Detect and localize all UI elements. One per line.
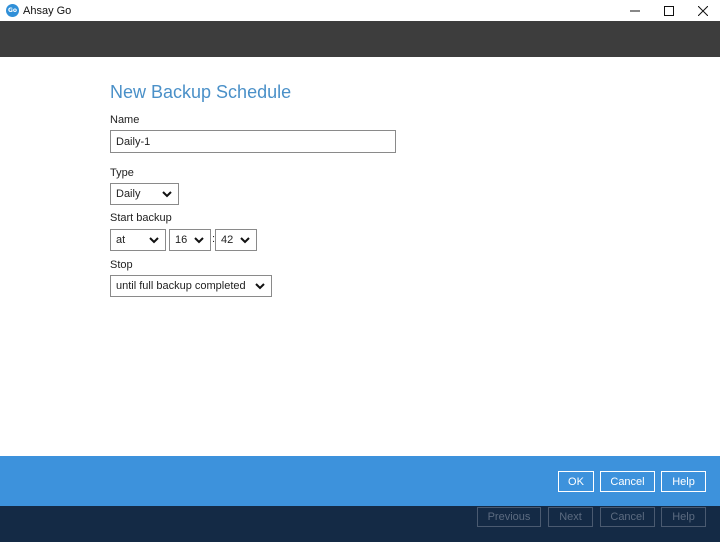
ok-button[interactable]: OK [558, 471, 594, 492]
start-mode-select[interactable]: at [110, 229, 166, 251]
chevron-down-icon [149, 236, 159, 243]
type-label: Type [110, 167, 134, 179]
minimize-button[interactable] [618, 0, 652, 21]
name-label: Name [110, 114, 140, 126]
window-controls [618, 0, 720, 21]
cancel-button-disabled: Cancel [600, 507, 655, 527]
schedule-form-panel: New Backup Schedule Name Type Daily Star… [0, 57, 720, 456]
header-band [0, 21, 720, 57]
close-window-button[interactable] [686, 0, 720, 21]
window-title: Ahsay Go [23, 4, 72, 17]
next-button-disabled: Next [548, 507, 593, 527]
help-button[interactable]: Help [661, 471, 706, 492]
stop-label: Stop [110, 259, 133, 271]
help-button-disabled: Help [661, 507, 706, 527]
start-hour-value: 16 [175, 234, 188, 246]
type-select-value: Daily [116, 188, 141, 200]
page-title: New Backup Schedule [110, 82, 292, 102]
chevron-down-icon [240, 236, 250, 243]
chevron-down-icon [162, 190, 172, 197]
app-logo-icon: Go [6, 4, 19, 17]
start-backup-label: Start backup [110, 212, 172, 224]
start-minute-select[interactable]: 42 [215, 229, 257, 251]
type-select[interactable]: Daily [110, 183, 179, 205]
chevron-down-icon [194, 236, 204, 243]
stop-condition-select[interactable]: until full backup completed [110, 275, 272, 297]
start-mode-value: at [116, 234, 126, 246]
chevron-down-icon [255, 282, 265, 289]
stop-condition-value: until full backup completed [116, 280, 246, 292]
start-minute-value: 42 [221, 234, 234, 246]
minimize-icon [630, 10, 640, 11]
start-hour-select[interactable]: 16 [169, 229, 211, 251]
maximize-icon [664, 5, 674, 16]
schedule-name-input[interactable] [110, 130, 396, 153]
cancel-button[interactable]: Cancel [600, 471, 655, 492]
window-titlebar: Go Ahsay Go [0, 0, 720, 21]
maximize-button[interactable] [652, 0, 686, 21]
dialog-footer: OK Cancel Help [0, 456, 720, 506]
previous-button-disabled: Previous [477, 507, 541, 527]
close-icon [698, 5, 708, 16]
background-nav-bar: Previous Next Cancel Help [0, 506, 720, 542]
